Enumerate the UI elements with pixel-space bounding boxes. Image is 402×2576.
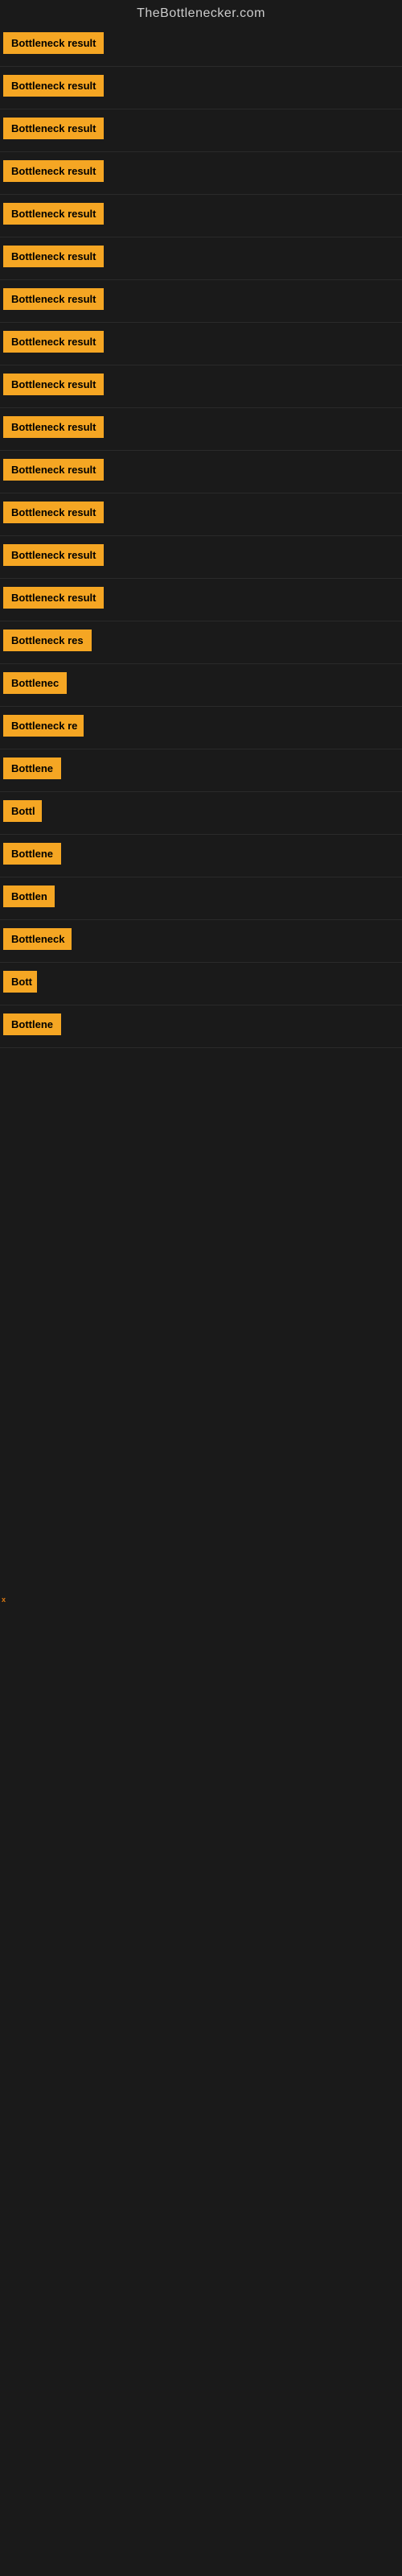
bottleneck-result-badge: Bottleneck result <box>3 75 104 97</box>
bottleneck-result-badge: Bottleneck <box>3 928 72 950</box>
bottleneck-row[interactable]: Bott <box>0 963 402 1005</box>
bottleneck-result-badge: Bottleneck result <box>3 32 104 54</box>
site-title: TheBottlenecker.com <box>0 0 402 24</box>
bottleneck-result-badge: Bottleneck result <box>3 587 104 609</box>
bottleneck-result-badge: Bottleneck result <box>3 203 104 225</box>
bottleneck-row[interactable]: Bottleneck result <box>0 67 402 109</box>
bottleneck-result-badge: Bottlene <box>3 1013 61 1035</box>
bottleneck-row[interactable]: Bottlene <box>0 835 402 877</box>
bottleneck-row[interactable]: Bottleneck result <box>0 195 402 237</box>
bottleneck-result-badge: Bottleneck result <box>3 502 104 523</box>
bottleneck-row[interactable]: Bottlen <box>0 877 402 920</box>
bottleneck-result-badge: Bottlene <box>3 843 61 865</box>
bottleneck-row[interactable]: Bottleneck res <box>0 621 402 664</box>
bottleneck-row[interactable]: Bottleneck result <box>0 237 402 280</box>
bottleneck-row[interactable]: Bottlenec <box>0 664 402 707</box>
bottleneck-row[interactable]: Bottleneck result <box>0 109 402 152</box>
bottleneck-result-badge: Bott <box>3 971 37 993</box>
bottleneck-result-badge: Bottleneck result <box>3 246 104 267</box>
bottleneck-row[interactable]: Bottleneck re <box>0 707 402 749</box>
bottleneck-result-badge: Bottleneck re <box>3 715 84 737</box>
bottleneck-result-badge: Bottlen <box>3 886 55 907</box>
bottleneck-result-badge: Bottleneck result <box>3 331 104 353</box>
bottleneck-result-badge: Bottlene <box>3 758 61 779</box>
bottleneck-row[interactable]: Bottleneck result <box>0 408 402 451</box>
bottleneck-result-badge: Bottleneck result <box>3 118 104 139</box>
bottleneck-result-badge: Bottleneck result <box>3 544 104 566</box>
bottleneck-row[interactable]: Bottleneck result <box>0 280 402 323</box>
small-axis-label: x <box>2 1596 6 1604</box>
bottleneck-result-badge: Bottl <box>3 800 42 822</box>
bottleneck-result-badge: Bottleneck result <box>3 416 104 438</box>
bottleneck-row[interactable]: Bottleneck result <box>0 536 402 579</box>
bottleneck-row[interactable]: Bottleneck result <box>0 493 402 536</box>
bottleneck-result-badge: Bottleneck result <box>3 160 104 182</box>
bottleneck-result-badge: Bottleneck result <box>3 374 104 395</box>
bottleneck-row[interactable]: Bottleneck result <box>0 365 402 408</box>
bottleneck-row[interactable]: Bottleneck result <box>0 451 402 493</box>
bottleneck-row[interactable]: Bottleneck result <box>0 152 402 195</box>
bottleneck-row[interactable]: Bottleneck result <box>0 579 402 621</box>
bottleneck-result-badge: Bottleneck result <box>3 459 104 481</box>
bottleneck-result-badge: Bottleneck res <box>3 630 92 651</box>
bottleneck-result-badge: Bottlenec <box>3 672 67 694</box>
bottleneck-row[interactable]: Bottl <box>0 792 402 835</box>
bottleneck-row[interactable]: Bottleneck result <box>0 323 402 365</box>
bottleneck-result-badge: Bottleneck result <box>3 288 104 310</box>
bottleneck-row[interactable]: Bottlene <box>0 1005 402 1048</box>
bottleneck-row[interactable]: Bottleneck <box>0 920 402 963</box>
bottleneck-row[interactable]: Bottlene <box>0 749 402 792</box>
bottleneck-row[interactable]: Bottleneck result <box>0 24 402 67</box>
